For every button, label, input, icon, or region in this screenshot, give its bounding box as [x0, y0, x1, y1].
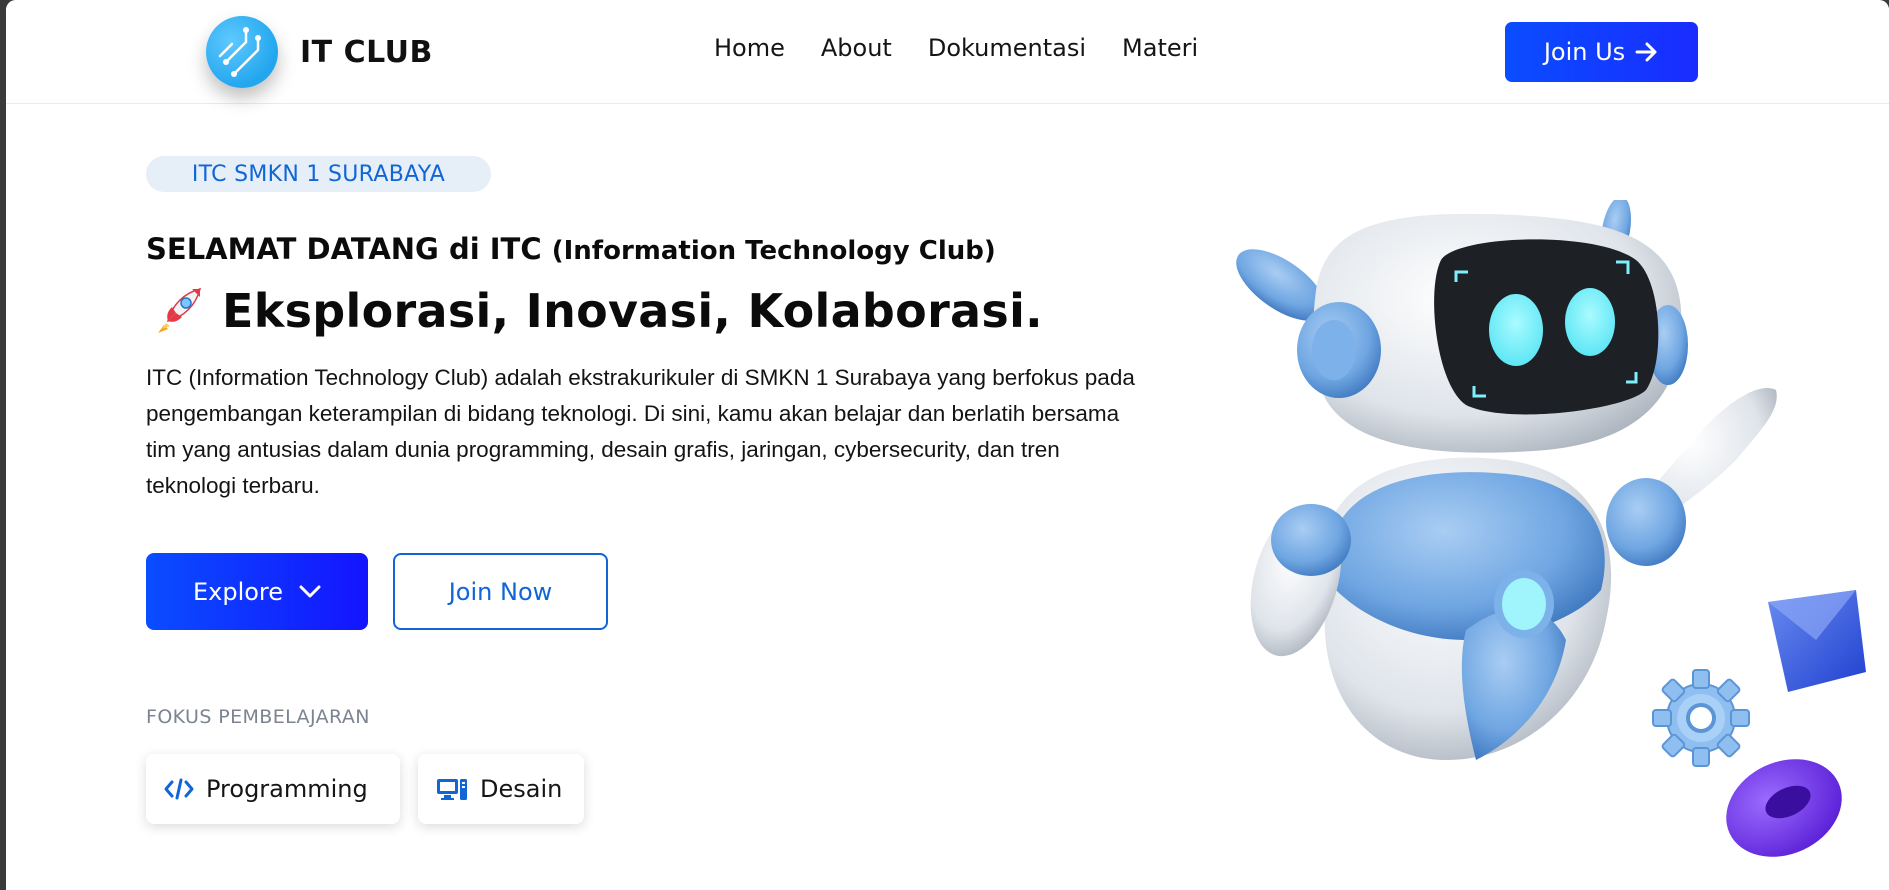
join-now-label: Join Now: [448, 577, 553, 606]
chevron-down-icon: [299, 585, 321, 597]
brand-name: IT CLUB: [300, 34, 433, 70]
welcome-prefix: SELAMAT DATANG di ITC: [146, 232, 552, 266]
nav-link-dokumentasi[interactable]: Dokumentasi: [928, 34, 1086, 62]
focus-label: FOKUS PEMBELAJARAN: [146, 706, 370, 728]
hero-headline: Eksplorasi, Inovasi, Kolaborasi.: [152, 284, 1043, 338]
rocket-icon: [158, 287, 202, 333]
headline-text: Eksplorasi, Inovasi, Kolaborasi.: [222, 284, 1043, 338]
code-icon: [164, 778, 194, 800]
focus-chip-desain[interactable]: Desain: [418, 754, 584, 824]
welcome-heading: SELAMAT DATANG di ITC (Information Techn…: [146, 232, 996, 266]
logo-icon: [206, 16, 278, 88]
nav-link-materi[interactable]: Materi: [1122, 34, 1198, 62]
join-us-label: Join Us: [1543, 38, 1626, 66]
hero-description: ITC (Information Technology Club) adalah…: [146, 365, 1135, 498]
desktop-icon: [437, 779, 467, 800]
welcome-suffix: (Information Technology Club): [551, 236, 996, 266]
nav-link-about[interactable]: About: [821, 34, 892, 62]
explore-button[interactable]: Explore: [146, 553, 368, 630]
focus-chip-label: Programming: [206, 775, 368, 803]
nav-link-home[interactable]: Home: [714, 34, 785, 62]
focus-chip-programming[interactable]: Programming: [146, 754, 400, 824]
join-us-button[interactable]: Join Us: [1505, 22, 1698, 82]
browser-page: IT CLUB Home About Dokumentasi Materi Jo…: [6, 0, 1889, 890]
robot-illustration: [1236, 200, 1866, 857]
school-badge: ITC SMKN 1 SURABAYA: [146, 156, 491, 192]
brand[interactable]: IT CLUB: [206, 16, 433, 88]
join-now-button[interactable]: Join Now: [393, 553, 608, 630]
nav-menu: Home About Dokumentasi Materi: [714, 34, 1198, 62]
arrow-right-icon: [1635, 42, 1657, 62]
explore-label: Explore: [192, 577, 284, 606]
navbar: IT CLUB Home About Dokumentasi Materi Jo…: [6, 0, 1889, 104]
focus-chip-label: Desain: [480, 775, 563, 803]
